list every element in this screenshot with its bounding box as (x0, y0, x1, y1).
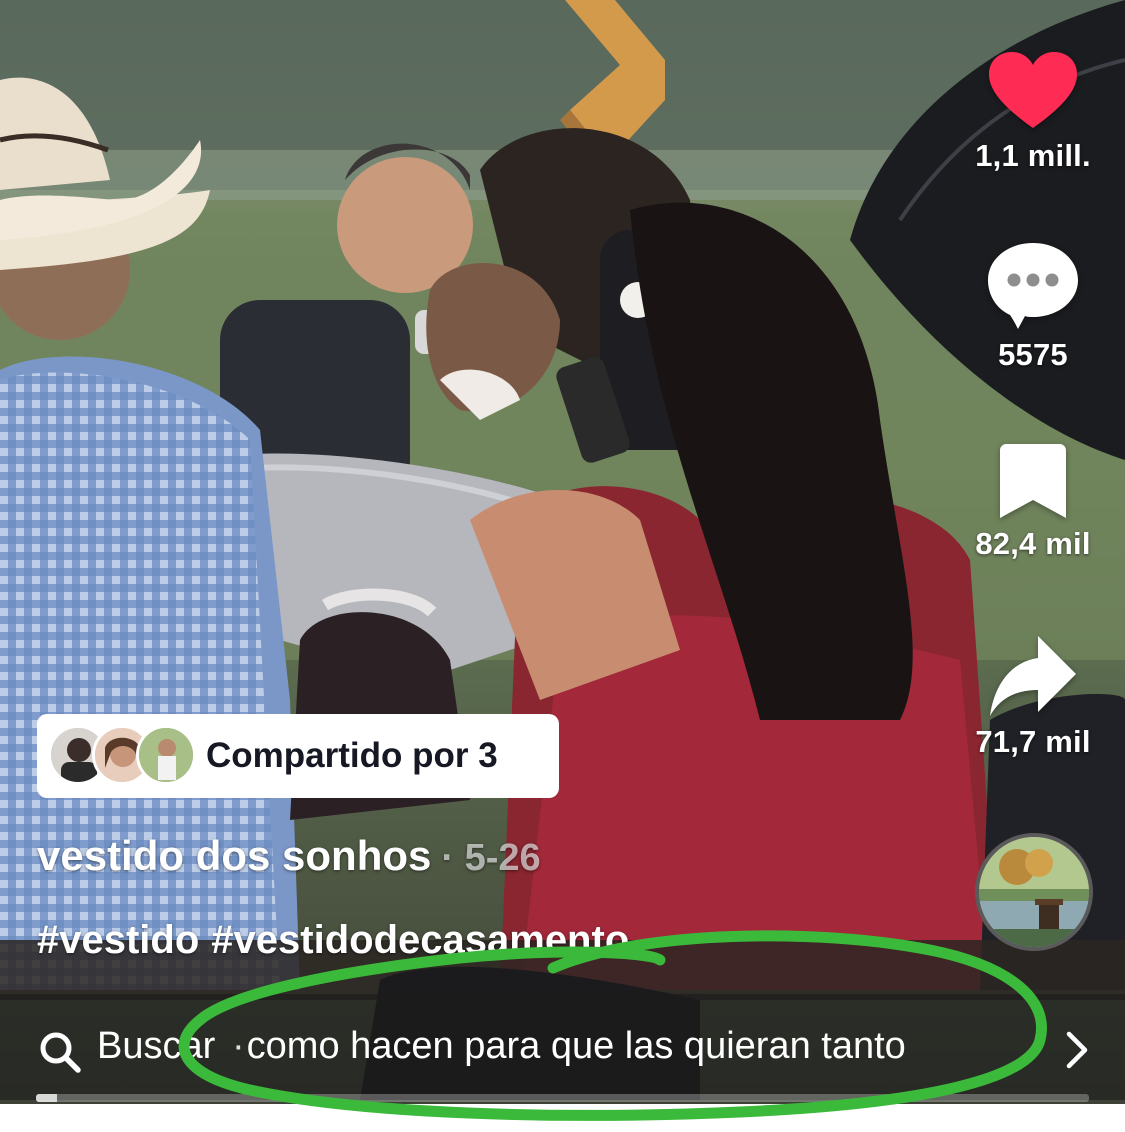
search-icon (40, 1032, 81, 1073)
caption-hashtags: #vestido #vestidodecasamento (37, 918, 641, 963)
bottom-strip (0, 1104, 1125, 1132)
avatar (136, 725, 196, 785)
video-feed-screen: 1,1 mill. 5575 82,4 mil 71,7 mil Compart… (0, 0, 1125, 1132)
video-progress-bar[interactable] (36, 1094, 1089, 1102)
post-date: · 5-26 (441, 837, 541, 879)
chevron-right-icon[interactable] (1063, 1030, 1091, 1070)
author-name[interactable]: vestido dos sonhos (37, 832, 431, 879)
comment-button[interactable]: 5575 (963, 243, 1103, 373)
shared-by-chip[interactable]: Compartido por 3 (37, 714, 559, 798)
search-label: Buscar (97, 1025, 216, 1067)
search-query-text: como hacen para que las quieran tanto (246, 1025, 906, 1067)
shared-by-label: Compartido por 3 (206, 736, 498, 775)
heart-icon (989, 52, 1077, 128)
search-separator: · (232, 1025, 245, 1067)
bookmark-icon (1000, 444, 1066, 518)
comment-icon (988, 243, 1078, 329)
save-count: 82,4 mil (975, 526, 1091, 561)
like-button[interactable]: 1,1 mill. (963, 52, 1103, 174)
caption-author-line: vestido dos sonhos · 5-26 (37, 832, 541, 880)
comment-count: 5575 (998, 337, 1068, 372)
hashtag-link[interactable]: #vestido (37, 918, 199, 962)
shared-avatars (48, 725, 198, 787)
share-button[interactable]: 71,7 mil (963, 636, 1103, 760)
share-count: 71,7 mil (975, 724, 1091, 759)
save-button[interactable]: 82,4 mil (963, 444, 1103, 562)
like-count: 1,1 mill. (975, 138, 1091, 173)
sound-disc[interactable] (975, 833, 1093, 951)
hashtag-link[interactable]: #vestidodecasamento (211, 918, 629, 962)
search-query[interactable]: ·como hacen para que las quieran tanto (232, 1025, 906, 1068)
sound-cover-image (979, 837, 1089, 947)
video-progress-fill (36, 1094, 58, 1102)
share-icon (990, 636, 1076, 716)
